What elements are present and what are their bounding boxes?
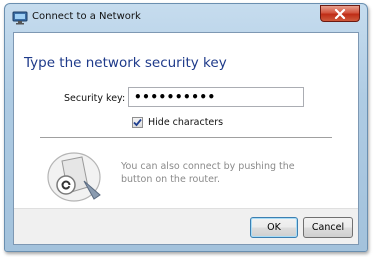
hide-characters-row[interactable]: Hide characters xyxy=(132,115,223,129)
network-icon xyxy=(12,10,28,25)
hide-characters-checkbox[interactable] xyxy=(132,116,143,128)
security-key-input[interactable]: •••••••••• xyxy=(128,87,304,107)
page-heading: Type the network security key xyxy=(24,55,227,71)
cancel-button[interactable]: Cancel xyxy=(303,217,353,238)
close-icon xyxy=(334,4,346,23)
checkmark-icon xyxy=(133,118,142,126)
dialog-content: Type the network security key Security k… xyxy=(13,32,359,245)
divider xyxy=(40,137,332,138)
close-button[interactable] xyxy=(320,5,360,22)
router-hint-text: You can also connect by pushing the butt… xyxy=(121,161,295,185)
window-title: Connect to a Network xyxy=(32,11,141,22)
button-bar: OK Cancel xyxy=(14,208,358,244)
hide-characters-label: Hide characters xyxy=(148,116,224,128)
title-bar[interactable]: Connect to a Network xyxy=(5,4,367,30)
ok-button[interactable]: OK xyxy=(250,217,298,238)
router-push-button-icon xyxy=(44,147,104,203)
security-key-label: Security key: xyxy=(64,93,126,104)
dialog-window: Connect to a Network Type the network se… xyxy=(4,3,368,252)
